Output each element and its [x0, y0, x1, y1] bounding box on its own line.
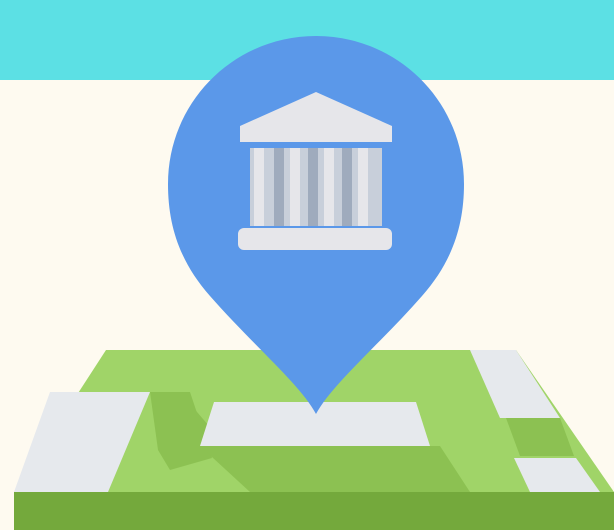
- bank-column: [274, 148, 284, 226]
- bank-base: [238, 228, 392, 250]
- bank-column: [290, 148, 300, 226]
- illustration-canvas: [0, 0, 614, 530]
- bank-column: [308, 148, 318, 226]
- bank-column: [358, 148, 368, 226]
- bank-column: [342, 148, 352, 226]
- map-base-edge: [14, 492, 614, 530]
- bank-column: [254, 148, 264, 226]
- map-location-illustration: [0, 0, 614, 530]
- bank-column: [324, 148, 334, 226]
